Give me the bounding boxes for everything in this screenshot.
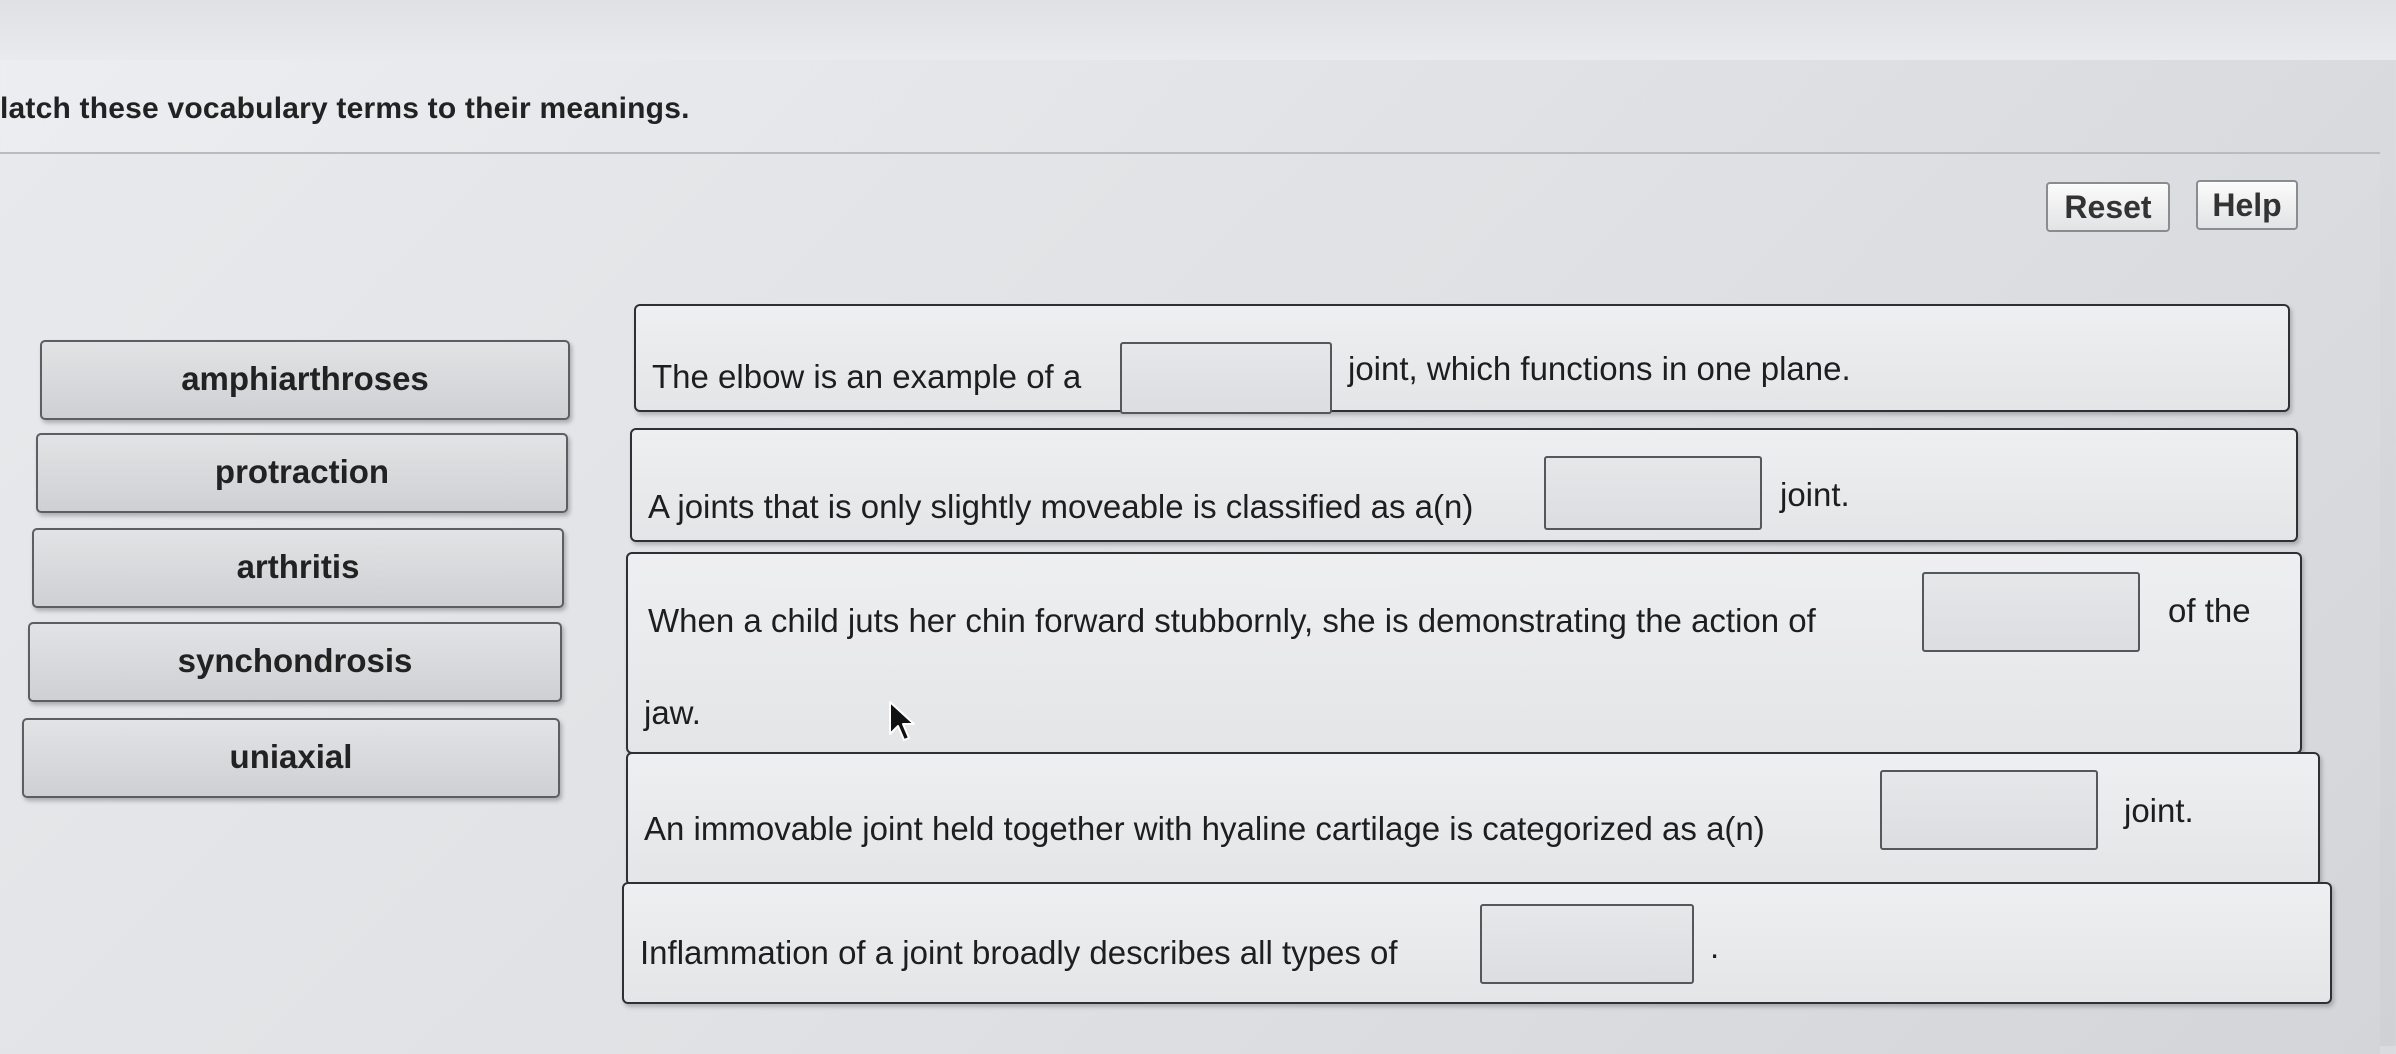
- question-3-drop-target[interactable]: [1922, 572, 2140, 652]
- question-4-text-after: joint.: [2124, 792, 2194, 829]
- question-1-drop-target[interactable]: [1120, 342, 1332, 414]
- term-amphiarthroses[interactable]: amphiarthroses: [40, 340, 570, 420]
- reset-button[interactable]: Reset: [2046, 182, 2170, 232]
- question-3: When a child juts her chin forward stubb…: [626, 552, 2302, 754]
- question-5-text-before: Inflammation of a joint broadly describe…: [640, 934, 1398, 971]
- question-2: A joints that is only slightly moveable …: [630, 428, 2298, 542]
- help-button[interactable]: Help: [2196, 180, 2298, 230]
- question-1: The elbow is an example of a joint, whic…: [634, 304, 2290, 414]
- question-4-drop-target[interactable]: [1880, 770, 2098, 850]
- term-uniaxial[interactable]: uniaxial: [22, 718, 560, 798]
- term-arthritis[interactable]: arthritis: [32, 528, 564, 608]
- question-4-text-before: An immovable joint held together with hy…: [644, 810, 1765, 847]
- instruction-text: latch these vocabulary terms to their me…: [0, 92, 690, 125]
- question-2-text-before: A joints that is only slightly moveable …: [648, 488, 1474, 525]
- question-1-text-before: The elbow is an example of a: [652, 358, 1082, 395]
- question-5: Inflammation of a joint broadly describe…: [622, 882, 2332, 1004]
- question-3-text-continuation: jaw.: [644, 694, 701, 731]
- term-protraction[interactable]: protraction: [36, 433, 568, 513]
- question-3-text-after: of the: [2168, 592, 2251, 629]
- question-1-text-after: joint, which functions in one plane.: [1348, 350, 1851, 387]
- question-4: An immovable joint held together with hy…: [626, 752, 2320, 886]
- question-2-text-after: joint.: [1780, 476, 1850, 513]
- top-strip: [0, 0, 2396, 60]
- mouse-pointer-icon: [889, 701, 915, 741]
- question-5-text-after: .: [1710, 928, 1720, 965]
- question-2-drop-target[interactable]: [1544, 456, 1762, 530]
- question-5-drop-target[interactable]: [1480, 904, 1694, 984]
- question-3-text-before: When a child juts her chin forward stubb…: [648, 602, 1816, 639]
- term-synchondrosis[interactable]: synchondrosis: [28, 622, 562, 702]
